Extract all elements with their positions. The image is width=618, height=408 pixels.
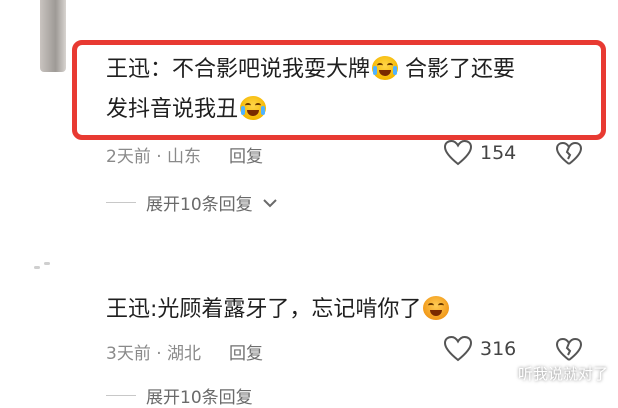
- comment-location: 山东: [167, 147, 202, 167]
- like-button[interactable]: 154: [444, 140, 516, 166]
- highlight-annotation-box: [72, 40, 606, 140]
- reply-button[interactable]: 回复: [229, 344, 263, 364]
- avatar[interactable]: [40, 0, 66, 72]
- watermark: 听我说就对了: [499, 363, 608, 384]
- angry-emoji-icon: [423, 296, 450, 320]
- like-count: 316: [480, 338, 517, 360]
- like-count: 154: [480, 142, 517, 164]
- avatar[interactable]: [34, 256, 56, 278]
- divider: [106, 202, 136, 203]
- reply-button[interactable]: 回复: [229, 147, 263, 167]
- chevron-down-icon: [262, 198, 277, 207]
- comment-time: 3天前: [106, 344, 151, 364]
- expand-replies-button[interactable]: 展开10条回复: [106, 190, 277, 215]
- heart-icon: [444, 336, 472, 362]
- comment-time: 2天前: [106, 147, 151, 167]
- expand-replies-button[interactable]: 展开10条回复: [106, 383, 253, 408]
- broken-heart-icon: [555, 141, 583, 165]
- heart-icon: [444, 140, 472, 166]
- comment-location: 湖北: [167, 344, 202, 364]
- like-button[interactable]: 316: [444, 336, 516, 362]
- broken-heart-icon: [555, 337, 583, 361]
- comment-2-meta: 3天前 · 湖北 回复: [106, 344, 264, 364]
- divider: [106, 395, 136, 396]
- dislike-button[interactable]: [555, 141, 583, 170]
- dislike-button[interactable]: [555, 337, 583, 366]
- comment-2-text: 王迅:光顾着露牙了，忘记啃你了: [106, 290, 450, 330]
- comment-1-meta: 2天前 · 山东 回复: [106, 147, 264, 167]
- watermark-logo-icon: [499, 366, 514, 381]
